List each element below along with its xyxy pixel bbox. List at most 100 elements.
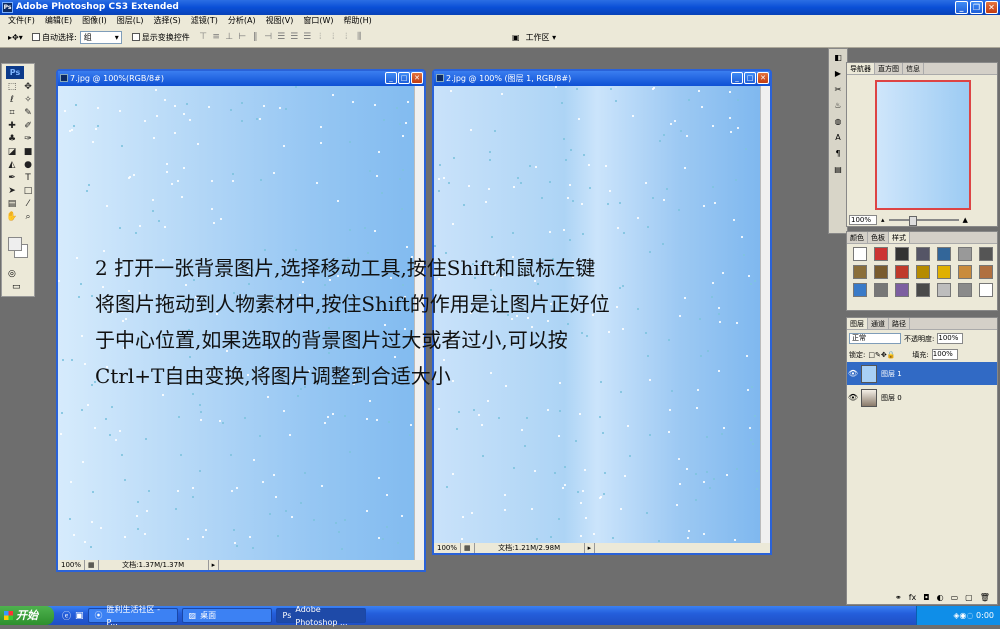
- distribute-h-icon[interactable]: ⦙: [328, 32, 339, 42]
- style-swatch[interactable]: [937, 265, 951, 279]
- start-button[interactable]: 开始: [0, 606, 54, 625]
- document-2-titlebar[interactable]: 2.jpg @ 100% (图层 1, RGB/8#) _ □ ✕: [434, 71, 770, 86]
- link-icon[interactable]: ⚭: [895, 593, 902, 602]
- quicklaunch-desktop-icon[interactable]: ▣: [75, 611, 84, 621]
- tab-channels[interactable]: 通道: [868, 318, 889, 329]
- menu-edit[interactable]: 编辑(E): [40, 15, 77, 27]
- distribute-left-icon[interactable]: ⦙: [315, 32, 326, 42]
- brushes-icon[interactable]: ♨: [830, 99, 846, 113]
- close-icon[interactable]: ✕: [757, 72, 769, 84]
- mask-icon[interactable]: ◘: [923, 593, 929, 602]
- vertical-scrollbar[interactable]: [760, 86, 770, 543]
- hand-tool-icon[interactable]: ✋: [5, 211, 19, 223]
- style-swatch[interactable]: [874, 265, 888, 279]
- brush-tool-icon[interactable]: ✐: [21, 120, 35, 132]
- menu-view[interactable]: 视图(V): [261, 15, 299, 27]
- navigator-preview[interactable]: [875, 80, 971, 210]
- layer-row-1[interactable]: 👁 图层 1: [847, 362, 997, 385]
- menu-analysis[interactable]: 分析(A): [223, 15, 261, 27]
- type-tool-icon[interactable]: T: [21, 172, 35, 184]
- menu-filter[interactable]: 滤镜(T): [186, 15, 223, 27]
- screen-mode-icon[interactable]: ▭: [12, 282, 21, 292]
- magic-wand-icon[interactable]: ✧: [21, 94, 35, 106]
- eye-icon[interactable]: 👁: [847, 393, 859, 402]
- crop-tool-icon[interactable]: ⌗: [5, 107, 19, 119]
- minimize-icon[interactable]: _: [731, 72, 743, 84]
- style-swatch[interactable]: [874, 247, 888, 261]
- eye-icon[interactable]: 👁: [847, 369, 859, 378]
- style-swatch[interactable]: [958, 247, 972, 261]
- tab-swatches[interactable]: 色板: [868, 232, 889, 243]
- tools-preset-icon[interactable]: ✂: [830, 83, 846, 97]
- auto-align-icon[interactable]: ⫼: [354, 32, 365, 42]
- style-swatch[interactable]: [853, 265, 867, 279]
- lasso-tool-icon[interactable]: ℓ: [5, 94, 19, 106]
- tab-color[interactable]: 颜色: [847, 232, 868, 243]
- style-swatch[interactable]: [958, 283, 972, 297]
- lock-icons[interactable]: □✎✥🔒: [868, 351, 895, 359]
- status-menu-icon[interactable]: ▸: [209, 560, 220, 570]
- quicklaunch-ie-icon[interactable]: ⓔ: [62, 609, 71, 622]
- maximize-icon[interactable]: □: [744, 72, 756, 84]
- eraser-tool-icon[interactable]: ◪: [5, 146, 19, 158]
- document-1-titlebar[interactable]: 7.jpg @ 100%(RGB/8#) _ □ ✕: [58, 71, 424, 86]
- style-swatch[interactable]: [916, 247, 930, 261]
- bridge-icon[interactable]: ▣: [512, 33, 520, 42]
- trash-icon[interactable]: 🗑: [980, 593, 990, 602]
- menu-help[interactable]: 帮助(H): [339, 15, 377, 27]
- path-select-icon[interactable]: ➤: [5, 185, 19, 197]
- tab-paths[interactable]: 路径: [889, 318, 910, 329]
- restore-icon[interactable]: ❐: [970, 1, 983, 14]
- adjustment-icon[interactable]: ◐: [937, 593, 944, 602]
- heal-tool-icon[interactable]: ✚: [5, 120, 19, 132]
- menu-select[interactable]: 选择(S): [148, 15, 185, 27]
- actions-icon[interactable]: ▶: [830, 67, 846, 81]
- menu-layer[interactable]: 图层(L): [112, 15, 149, 27]
- status-menu-icon[interactable]: ▸: [585, 543, 596, 553]
- navigator-icon[interactable]: ◧: [830, 51, 846, 65]
- align-bottom-icon[interactable]: ⊥: [224, 32, 235, 42]
- zoom-out-icon[interactable]: ▴: [881, 216, 885, 224]
- close-icon[interactable]: ✕: [985, 1, 998, 14]
- close-icon[interactable]: ✕: [411, 72, 423, 84]
- layer-comps-icon[interactable]: ▤: [830, 163, 846, 177]
- style-swatch[interactable]: [853, 247, 867, 261]
- workspace-button[interactable]: 工作区 ▾: [526, 32, 557, 43]
- fx-icon[interactable]: fx: [909, 593, 917, 602]
- zoom-tool-icon[interactable]: ⌕: [21, 211, 35, 223]
- opacity-input[interactable]: 100%: [937, 333, 964, 344]
- marquee-tool-icon[interactable]: ⬚: [5, 81, 19, 93]
- align-right-icon[interactable]: ⊣: [263, 32, 274, 42]
- style-swatch[interactable]: [979, 283, 993, 297]
- minimize-icon[interactable]: _: [955, 1, 968, 14]
- stamp-tool-icon[interactable]: ♣: [5, 133, 19, 145]
- quick-mask-icon[interactable]: ◎: [8, 269, 16, 279]
- paragraph-icon[interactable]: ¶: [830, 147, 846, 161]
- style-swatch[interactable]: [979, 247, 993, 261]
- dodge-tool-icon[interactable]: ●: [21, 159, 35, 171]
- style-swatch[interactable]: [895, 247, 909, 261]
- style-swatch[interactable]: [853, 283, 867, 297]
- fill-input[interactable]: 100%: [931, 349, 958, 360]
- auto-select-checkbox[interactable]: [32, 33, 42, 42]
- tray-icons[interactable]: ◈◉◌: [953, 611, 976, 620]
- style-swatch[interactable]: [937, 283, 951, 297]
- style-swatch[interactable]: [874, 283, 888, 297]
- minimize-icon[interactable]: _: [385, 72, 397, 84]
- align-hcenter-icon[interactable]: ‖: [250, 32, 261, 42]
- tab-navigator[interactable]: 导航器: [847, 63, 875, 74]
- zoom-in-icon[interactable]: ▲: [963, 216, 968, 224]
- tab-styles[interactable]: 样式: [889, 232, 910, 243]
- distribute-v-icon[interactable]: ☰: [289, 32, 300, 42]
- maximize-icon[interactable]: □: [398, 72, 410, 84]
- zoom-level[interactable]: 100%: [434, 543, 462, 553]
- character-icon[interactable]: A: [830, 131, 846, 145]
- taskbar-item-desktop[interactable]: ▨ 桌面: [181, 608, 272, 623]
- style-swatch[interactable]: [958, 265, 972, 279]
- style-swatch[interactable]: [937, 247, 951, 261]
- menu-image[interactable]: 图像(I): [77, 15, 112, 27]
- menu-window[interactable]: 窗口(W): [298, 15, 338, 27]
- distribute-right-icon[interactable]: ⦙: [341, 32, 352, 42]
- group-icon[interactable]: ▭: [951, 593, 959, 602]
- style-swatch[interactable]: [895, 283, 909, 297]
